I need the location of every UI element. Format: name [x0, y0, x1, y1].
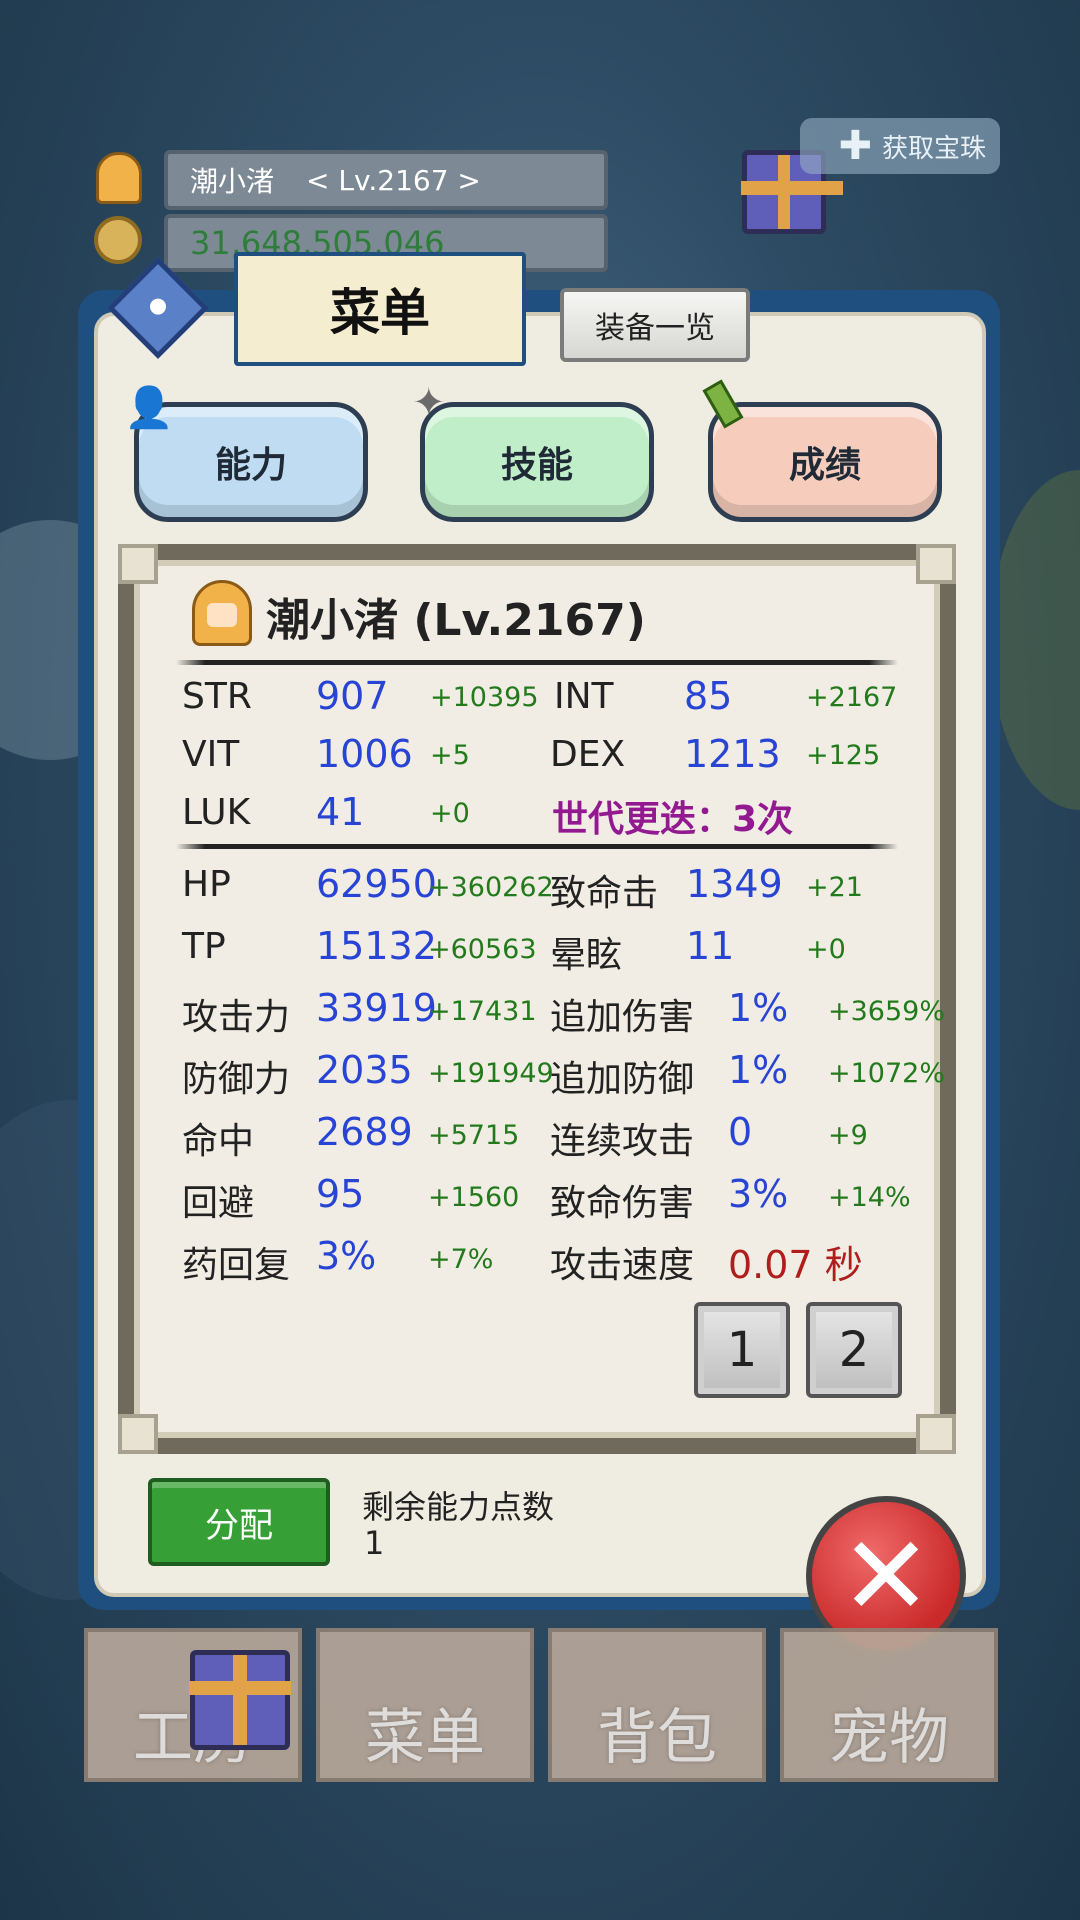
treasure-label: 获取宝珠 — [881, 133, 986, 164]
defense-value: 2035 — [316, 1048, 413, 1092]
attack-speed-value: 0.07 秒 — [728, 1243, 863, 1287]
int-label: INT — [554, 676, 614, 717]
extra-damage-bonus: +3659% — [828, 996, 945, 1027]
nav-pet[interactable]: 宠物 — [780, 1628, 998, 1782]
potion-recovery-value: 3% — [316, 1234, 377, 1278]
character-title: 潮小渚 (Lv.2167) — [266, 595, 646, 646]
divider — [176, 844, 898, 849]
assign-button[interactable]: 分配 — [148, 1478, 330, 1566]
panel-corner — [118, 544, 158, 584]
nav-menu[interactable]: 菜单 — [316, 1628, 534, 1782]
defense-label: 防御力 — [182, 1059, 291, 1100]
critical-damage-bonus: +14% — [828, 1182, 911, 1213]
page-1-button[interactable]: 1 — [694, 1302, 790, 1398]
player-avatar-icon — [96, 152, 142, 204]
stun-label: 晕眩 — [550, 935, 623, 976]
critical-damage-value: 3% — [728, 1172, 789, 1216]
potion-recovery-label: 药回复 — [182, 1245, 291, 1286]
add-person-icon: 👤 — [124, 385, 174, 431]
dex-label: DEX — [550, 734, 626, 775]
skill-label: 技能 — [500, 445, 573, 486]
get-treasure-button[interactable]: ✚ 获取宝珠 — [800, 118, 1000, 174]
nav-backpack[interactable]: 背包 — [548, 1628, 766, 1782]
extra-defense-bonus: +1072% — [828, 1058, 945, 1089]
divider — [176, 660, 898, 665]
page-2-button[interactable]: 2 — [806, 1302, 902, 1398]
tp-label: TP — [182, 926, 226, 967]
hit-value: 2689 — [316, 1110, 413, 1154]
player-name-bar: 潮小渚 < Lv.2167 > — [164, 150, 608, 210]
attack-bonus: +17431 — [428, 996, 537, 1027]
remaining-points-value: 1 — [364, 1524, 385, 1562]
nav-menu-label: 菜单 — [365, 1703, 485, 1773]
tp-bonus: +60563 — [428, 934, 537, 965]
extra-damage-value: 1% — [728, 986, 789, 1030]
player-level: < Lv.2167 > — [306, 163, 481, 197]
stun-bonus: +0 — [806, 934, 846, 965]
combo-attack-label: 连续攻击 — [550, 1121, 695, 1162]
critical-label: 致命击 — [550, 873, 659, 914]
hp-value: 62950 — [316, 862, 437, 906]
extra-defense-label: 追加防御 — [550, 1059, 695, 1100]
hp-label: HP — [182, 864, 231, 905]
panel-corner — [118, 1414, 158, 1454]
skill-button[interactable]: 技能 — [420, 402, 654, 522]
str-label: STR — [182, 676, 252, 717]
defense-bonus: +191949 — [428, 1058, 554, 1089]
vit-value: 1006 — [316, 732, 413, 776]
remaining-points-label: 剩余能力点数 — [362, 1488, 555, 1526]
int-value: 85 — [684, 674, 733, 718]
vit-label: VIT — [182, 734, 240, 775]
gold-coin-icon — [94, 216, 142, 264]
extra-damage-label: 追加伤害 — [550, 997, 695, 1038]
combo-attack-bonus: +9 — [828, 1120, 868, 1151]
achievement-label: 成绩 — [788, 445, 861, 486]
magnifier-plus-icon: ✚ — [838, 123, 872, 169]
hit-bonus: +5715 — [428, 1120, 520, 1151]
evasion-label: 回避 — [182, 1183, 255, 1224]
evasion-value: 95 — [316, 1172, 365, 1216]
str-value: 907 — [316, 674, 389, 718]
hit-label: 命中 — [182, 1121, 255, 1162]
close-icon: ✕ — [839, 1512, 933, 1640]
attack-speed-label: 攻击速度 — [550, 1245, 695, 1286]
evasion-bonus: +1560 — [428, 1182, 520, 1213]
background-foliage — [990, 470, 1080, 810]
critical-damage-label: 致命伤害 — [550, 1183, 695, 1224]
character-avatar — [192, 580, 252, 646]
attack-value: 33919 — [316, 986, 437, 1030]
nav-backpack-label: 背包 — [597, 1703, 717, 1773]
player-name: 潮小渚 — [190, 165, 275, 198]
luk-label: LUK — [182, 792, 251, 833]
extra-defense-value: 1% — [728, 1048, 789, 1092]
attack-label: 攻击力 — [182, 997, 291, 1038]
hp-bonus: +360262 — [428, 872, 554, 903]
vit-bonus: +5 — [430, 740, 470, 771]
critical-value: 1349 — [686, 862, 783, 906]
panel-corner — [916, 544, 956, 584]
equipment-list-button[interactable]: 装备一览 — [560, 288, 750, 362]
stun-value: 11 — [686, 924, 735, 968]
nav-pet-label: 宠物 — [829, 1703, 949, 1773]
luk-bonus: +0 — [430, 798, 470, 829]
panel-corner — [916, 1414, 956, 1454]
critical-bonus: +21 — [806, 872, 863, 903]
gift-box-icon — [189, 1650, 291, 1750]
tab-menu[interactable]: 菜单 — [234, 252, 526, 366]
star-sparkle-icon: ✦ — [412, 380, 446, 426]
ability-label: 能力 — [214, 445, 287, 486]
tp-value: 15132 — [316, 924, 437, 968]
achievement-button[interactable]: 成绩 — [708, 402, 942, 522]
int-bonus: +2167 — [806, 682, 898, 713]
str-bonus: +10395 — [430, 682, 539, 713]
generation-count: 世代更迭：3次 — [552, 799, 794, 840]
potion-recovery-bonus: +7% — [428, 1244, 494, 1275]
dex-bonus: +125 — [806, 740, 881, 771]
dex-value: 1213 — [684, 732, 781, 776]
luk-value: 41 — [316, 790, 365, 834]
combo-attack-value: 0 — [728, 1110, 753, 1154]
